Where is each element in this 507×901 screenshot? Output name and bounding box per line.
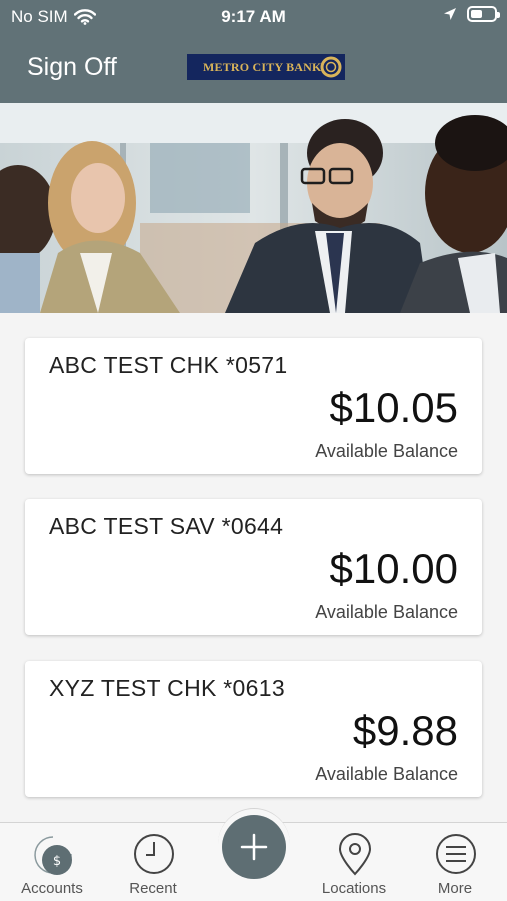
clock: 9:17 AM	[221, 7, 286, 26]
menu-icon	[436, 834, 476, 874]
account-balance: $10.05	[329, 384, 458, 431]
tab-label: Recent	[129, 880, 177, 897]
dollar-circle-icon: $	[34, 836, 72, 875]
account-name: ABC TEST CHK *0571	[49, 352, 288, 378]
balance-label: Available Balance	[315, 602, 458, 622]
account-balance: $9.88	[352, 707, 458, 754]
clock-icon	[134, 834, 174, 874]
balance-label: Available Balance	[315, 441, 458, 461]
balance-label: Available Balance	[315, 764, 458, 784]
add-button[interactable]	[222, 815, 286, 879]
tab-more[interactable]: More	[405, 823, 505, 901]
svg-text:$: $	[53, 854, 61, 869]
tab-label: More	[437, 880, 473, 897]
battery-icon	[467, 6, 500, 22]
tab-accounts[interactable]: $ Accounts	[2, 823, 102, 901]
account-card[interactable]: ABC TEST CHK *0571 $10.05 Available Bala…	[25, 338, 482, 474]
account-name: XYZ TEST CHK *0613	[49, 675, 285, 701]
status-bar: No SIM 9:17 AM	[0, 0, 507, 36]
sign-off-button[interactable]: Sign Off	[27, 53, 117, 82]
plus-icon	[240, 833, 268, 861]
account-balance: $10.00	[329, 545, 458, 592]
tab-label: Locations	[321, 880, 387, 897]
account-card[interactable]: XYZ TEST CHK *0613 $9.88 Available Balan…	[25, 661, 482, 797]
account-name: ABC TEST SAV *0644	[49, 513, 284, 539]
location-arrow-icon	[444, 8, 456, 20]
account-card[interactable]: ABC TEST SAV *0644 $10.00 Available Bala…	[25, 499, 482, 635]
tab-locations[interactable]: Locations	[304, 823, 404, 901]
tab-recent[interactable]: Recent	[103, 823, 203, 901]
location-pin-icon	[338, 833, 372, 876]
logo-emblem-icon	[320, 56, 342, 78]
tab-label: Accounts	[21, 880, 83, 897]
app-header: No SIM 9:17 AM Sign Off METRO CITY BANK	[0, 0, 507, 103]
hero-image	[0, 103, 507, 313]
logo-text: METRO CITY BANK	[203, 59, 322, 74]
bank-logo: METRO CITY BANK	[187, 54, 345, 80]
battery-level	[471, 10, 482, 18]
